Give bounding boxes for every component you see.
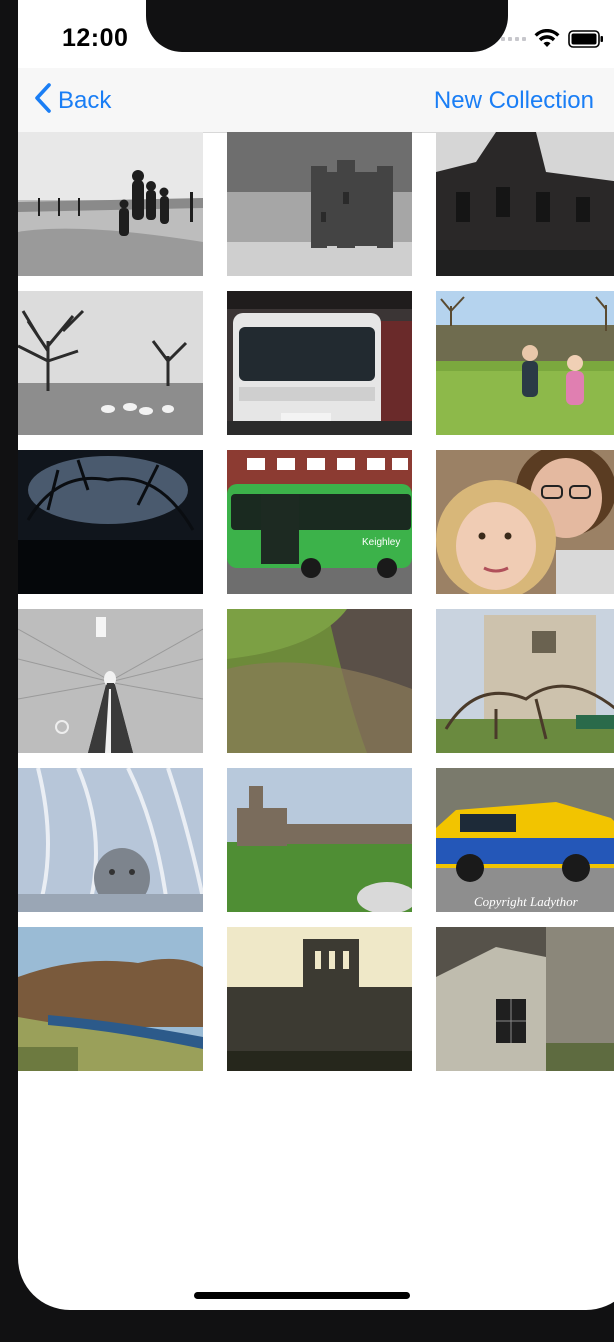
navigation-bar: Back New Collection [18,68,614,133]
photo-cell[interactable] [227,609,412,753]
cellular-signal-icon [501,37,526,41]
photo-cell[interactable] [18,609,203,753]
chevron-left-icon [34,82,52,120]
wifi-icon [534,29,560,49]
status-icons [501,28,604,50]
photo-cell[interactable] [227,291,412,435]
photo-grassy-rock-outcrop [227,609,412,753]
svg-text:Keighley: Keighley [362,537,400,548]
photo-kids-in-field-wall [436,291,614,435]
photo-bw-family-walking-beach [18,132,203,276]
photo-cell[interactable] [227,768,412,912]
device-notch [146,0,508,52]
back-button-label: Back [58,87,112,114]
photo-old-stone-building-window [436,927,614,1071]
new-collection-button[interactable]: New Collection [434,84,594,118]
photo-cell[interactable] [436,291,614,435]
photo-cell[interactable] [18,768,203,912]
photo-abbey-silhouette-dusk [227,927,412,1071]
rally-photo-watermark: Copyright Ladythor [474,894,579,909]
photo-cell[interactable] [436,450,614,594]
home-indicator[interactable] [194,1292,410,1299]
photo-cell[interactable] [18,132,203,276]
status-time: 12:00 [62,24,129,52]
photo-castle-ruins-on-hill [227,768,412,912]
back-button[interactable]: Back [34,82,112,120]
photo-mother-daughter-selfie [436,450,614,594]
photo-bw-tiled-tunnel-cycle-path [18,609,203,753]
photo-cell[interactable] [18,291,203,435]
photo-cell[interactable]: Keighley [227,450,412,594]
photo-cell[interactable] [436,132,614,276]
photo-cell[interactable]: Copyright Ladythor [436,768,614,912]
photo-stone-church-tower [436,609,614,753]
photo-cell[interactable] [436,927,614,1071]
photo-dark-ruined-abbey [436,132,614,276]
app-screen: 12:00 Back New Collection Keighley Copyr… [18,0,614,1310]
photo-rally-car: Copyright Ladythor [436,768,614,912]
battery-icon [568,30,604,48]
photo-dark-tree-tunnel [18,450,203,594]
photo-cell[interactable] [227,927,412,1071]
photo-face-behind-net-curtain [18,768,203,912]
photo-bw-bare-trees-sheep [18,291,203,435]
photo-bw-ruined-tower-field [227,132,412,276]
photo-cell[interactable] [436,609,614,753]
photo-cell[interactable] [18,450,203,594]
photo-cell[interactable] [227,132,412,276]
photo-green-keighley-bus: Keighley [227,450,412,594]
photo-cell[interactable] [18,927,203,1071]
photo-river-valley-autumn [18,927,203,1071]
photo-white-coach-bus-garage [227,291,412,435]
